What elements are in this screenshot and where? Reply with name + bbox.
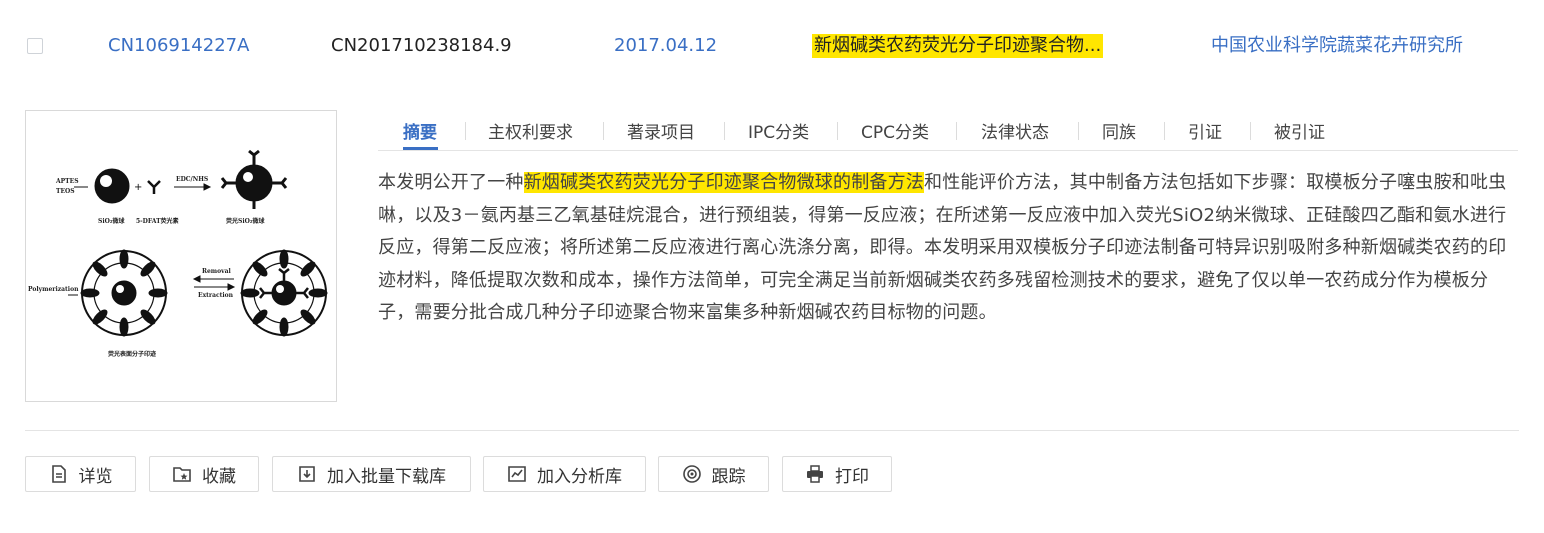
abstract-text: 本发明公开了一种新烟碱类农药荧光分子印迹聚合物微球的制备方法和性能评价方法，其中… bbox=[378, 167, 1520, 330]
tab-separator bbox=[1078, 122, 1079, 140]
tab-separator bbox=[956, 122, 957, 140]
add-analysis-label: 加入分析库 bbox=[537, 466, 622, 487]
track-button[interactable]: 跟踪 bbox=[658, 456, 769, 492]
fig-label-mip: 荧光表面分子印迹 bbox=[108, 350, 156, 358]
add-analysis-button[interactable]: 加入分析库 bbox=[483, 456, 646, 492]
tab-abstract[interactable]: 摘要 bbox=[403, 118, 437, 143]
abstract-prefix: 本发明公开了一种 bbox=[378, 172, 524, 193]
tab-separator bbox=[603, 122, 604, 140]
publication-number-link[interactable]: CN106914227A bbox=[108, 34, 249, 58]
fig-label-aptes: APTES bbox=[55, 178, 79, 185]
tab-separator bbox=[1250, 122, 1251, 140]
favorite-button[interactable]: 收藏 bbox=[149, 456, 259, 492]
batch-download-label: 加入批量下载库 bbox=[327, 466, 446, 487]
section-divider bbox=[25, 430, 1519, 431]
application-number: CN201710238184.9 bbox=[331, 35, 512, 56]
printer-icon bbox=[807, 465, 823, 483]
fig-label-fsio2: 荧光SiO₂微球 bbox=[226, 217, 265, 225]
tab-separator bbox=[837, 122, 838, 140]
tab-bibliographic[interactable]: 著录项目 bbox=[627, 118, 695, 143]
tab-citations[interactable]: 引证 bbox=[1188, 118, 1222, 143]
fig-label-extraction: Extraction bbox=[198, 292, 234, 299]
favorite-label: 收藏 bbox=[202, 466, 236, 487]
detail-tabs: 摘要 主权利要求 著录项目 IPC分类 CPC分类 法律状态 同族 引证 被引证 bbox=[378, 112, 1518, 151]
tab-family[interactable]: 同族 bbox=[1102, 118, 1136, 143]
tab-separator bbox=[465, 122, 466, 140]
tab-separator bbox=[724, 122, 725, 140]
svg-text:+: + bbox=[134, 182, 142, 193]
download-icon bbox=[299, 466, 315, 482]
print-label: 打印 bbox=[835, 466, 869, 487]
patent-figure-thumbnail[interactable]: APTES TEOS SiO₂微球 5-DFAT荧光素 荧光SiO₂微球 EDC… bbox=[25, 110, 337, 402]
row-select-checkbox[interactable] bbox=[27, 38, 43, 54]
fig-label-template: 5-DFAT荧光素 bbox=[136, 217, 179, 225]
tab-cpc[interactable]: CPC分类 bbox=[861, 118, 929, 143]
tab-legal-status[interactable]: 法律状态 bbox=[981, 118, 1049, 143]
tab-ipc[interactable]: IPC分类 bbox=[748, 118, 809, 143]
track-label: 跟踪 bbox=[711, 466, 746, 487]
detail-button[interactable]: 详览 bbox=[25, 456, 136, 492]
fig-label-edc: EDC/NHS bbox=[176, 176, 208, 183]
folder-star-icon bbox=[173, 467, 191, 482]
patent-title-link[interactable]: 新烟碱类农药荧光分子印迹聚合物... bbox=[812, 34, 1104, 58]
print-button[interactable]: 打印 bbox=[782, 456, 892, 492]
publication-date[interactable]: 2017.04.12 bbox=[614, 34, 717, 58]
fig-label-removal: Removal bbox=[202, 268, 232, 275]
batch-download-button[interactable]: 加入批量下载库 bbox=[272, 456, 471, 492]
fig-label-polymerization: Polymerization bbox=[28, 286, 79, 293]
tab-cited-by[interactable]: 被引证 bbox=[1274, 118, 1325, 143]
tab-separator bbox=[1164, 122, 1165, 140]
fig-label-teos: TEOS bbox=[56, 188, 75, 195]
applicant-link[interactable]: 中国农业科学院蔬菜花卉研究所 bbox=[1211, 34, 1463, 58]
chart-icon bbox=[508, 466, 526, 482]
tab-main-claim[interactable]: 主权利要求 bbox=[488, 118, 573, 143]
abstract-body: 和性能评价方法，其中制备方法包括如下步骤：取模板分子噻虫胺和吡虫啉，以及3－氨丙… bbox=[378, 172, 1507, 323]
document-icon bbox=[51, 465, 66, 483]
detail-label: 详览 bbox=[78, 466, 113, 487]
fig-label-sio2: SiO₂微球 bbox=[98, 217, 125, 225]
active-tab-indicator bbox=[403, 147, 438, 150]
abstract-highlight: 新烟碱类农药荧光分子印迹聚合物微球的制备方法 bbox=[523, 172, 925, 193]
figure-drawing: APTES TEOS SiO₂微球 5-DFAT荧光素 荧光SiO₂微球 EDC… bbox=[28, 149, 328, 358]
radar-icon bbox=[682, 465, 701, 483]
